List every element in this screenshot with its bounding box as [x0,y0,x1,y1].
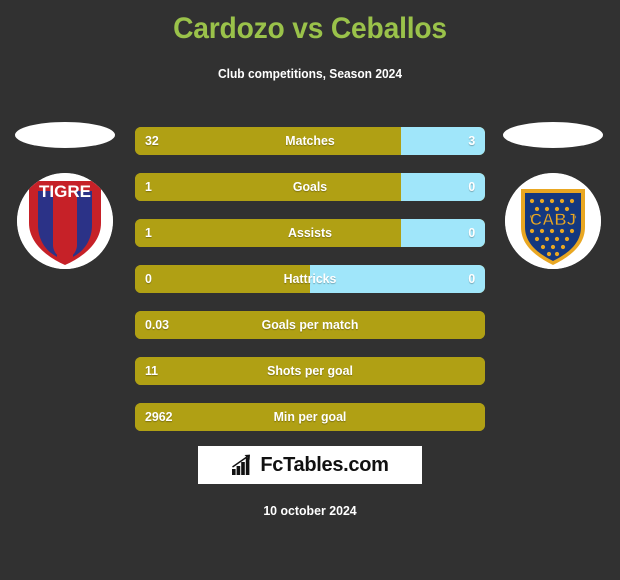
home-team-logo[interactable]: TIGRE [12,118,118,298]
boca-juniors-crest-icon: CABJ [505,173,601,269]
header: Cardozo vs Ceballos Club competitions, S… [0,0,620,82]
stat-label: Min per goal [273,409,347,424]
stats-bar-chart: 32 Matches 3 1 Goals 0 1 Assists 0 0 Hat… [135,127,485,449]
page-title: Cardozo vs Ceballos [173,12,447,45]
stat-row-goals-per-match: 0.03 Goals per match [135,311,485,339]
stat-label: Goals [292,179,328,194]
stat-label: Matches [285,133,335,148]
stat-row-matches: 32 Matches 3 [135,127,485,155]
fctables-wordmark: FcTables.com [260,454,389,476]
away-value: 0 [468,225,475,240]
tigre-crest-icon: TIGRE [17,173,113,269]
svg-text:CABJ: CABJ [530,210,576,229]
page-subtitle: Club competitions, Season 2024 [217,67,403,81]
away-value: 0 [468,271,475,286]
date-label: 10 october 2024 [263,503,357,518]
fctables-logo[interactable]: FcTables.com [198,446,422,484]
stat-label: Goals per match [261,317,359,332]
stat-row-shots-per-goal: 11 Shots per goal [135,357,485,385]
stat-row-goals: 1 Goals 0 [135,173,485,201]
away-team-logo[interactable]: CABJ [500,118,606,298]
svg-text:TIGRE: TIGRE [39,182,91,201]
away-logo-highlight-ellipse [503,122,603,148]
stat-label: Assists [288,225,332,240]
stat-row-assists: 1 Assists 0 [135,219,485,247]
stat-row-min-per-goal: 2962 Min per goal [135,403,485,431]
home-crest-circle: TIGRE [17,173,113,269]
away-value: 3 [468,133,475,148]
away-crest-circle: CABJ [505,173,601,269]
home-logo-highlight-ellipse [15,122,115,148]
stat-label: Hattricks [283,271,337,286]
bar-chart-growth-icon [232,454,251,475]
stat-row-hattricks: 0 Hattricks 0 [135,265,485,293]
stat-label: Shots per goal [267,363,353,378]
away-value: 0 [468,179,475,194]
